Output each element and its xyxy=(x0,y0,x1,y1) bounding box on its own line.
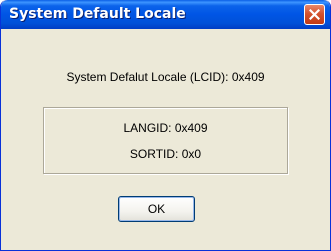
system-locale-label: System Defalut Locale (LCID): 0x409 xyxy=(66,70,265,84)
locale-info-box: LANGID: 0x409 SORTID: 0x0 xyxy=(43,107,288,174)
close-icon xyxy=(309,9,320,20)
dialog-window: System Default Locale System Defalut Loc… xyxy=(0,0,331,251)
ok-button[interactable]: OK xyxy=(118,196,195,222)
sortid-label: SORTID: 0x0 xyxy=(129,147,202,161)
title-bar[interactable]: System Default Locale xyxy=(1,0,330,29)
dialog-body: System Defalut Locale (LCID): 0x409 LANG… xyxy=(4,29,327,247)
window-title: System Default Locale xyxy=(9,6,186,22)
close-button[interactable] xyxy=(304,4,325,25)
langid-label: LANGID: 0x409 xyxy=(123,121,208,135)
